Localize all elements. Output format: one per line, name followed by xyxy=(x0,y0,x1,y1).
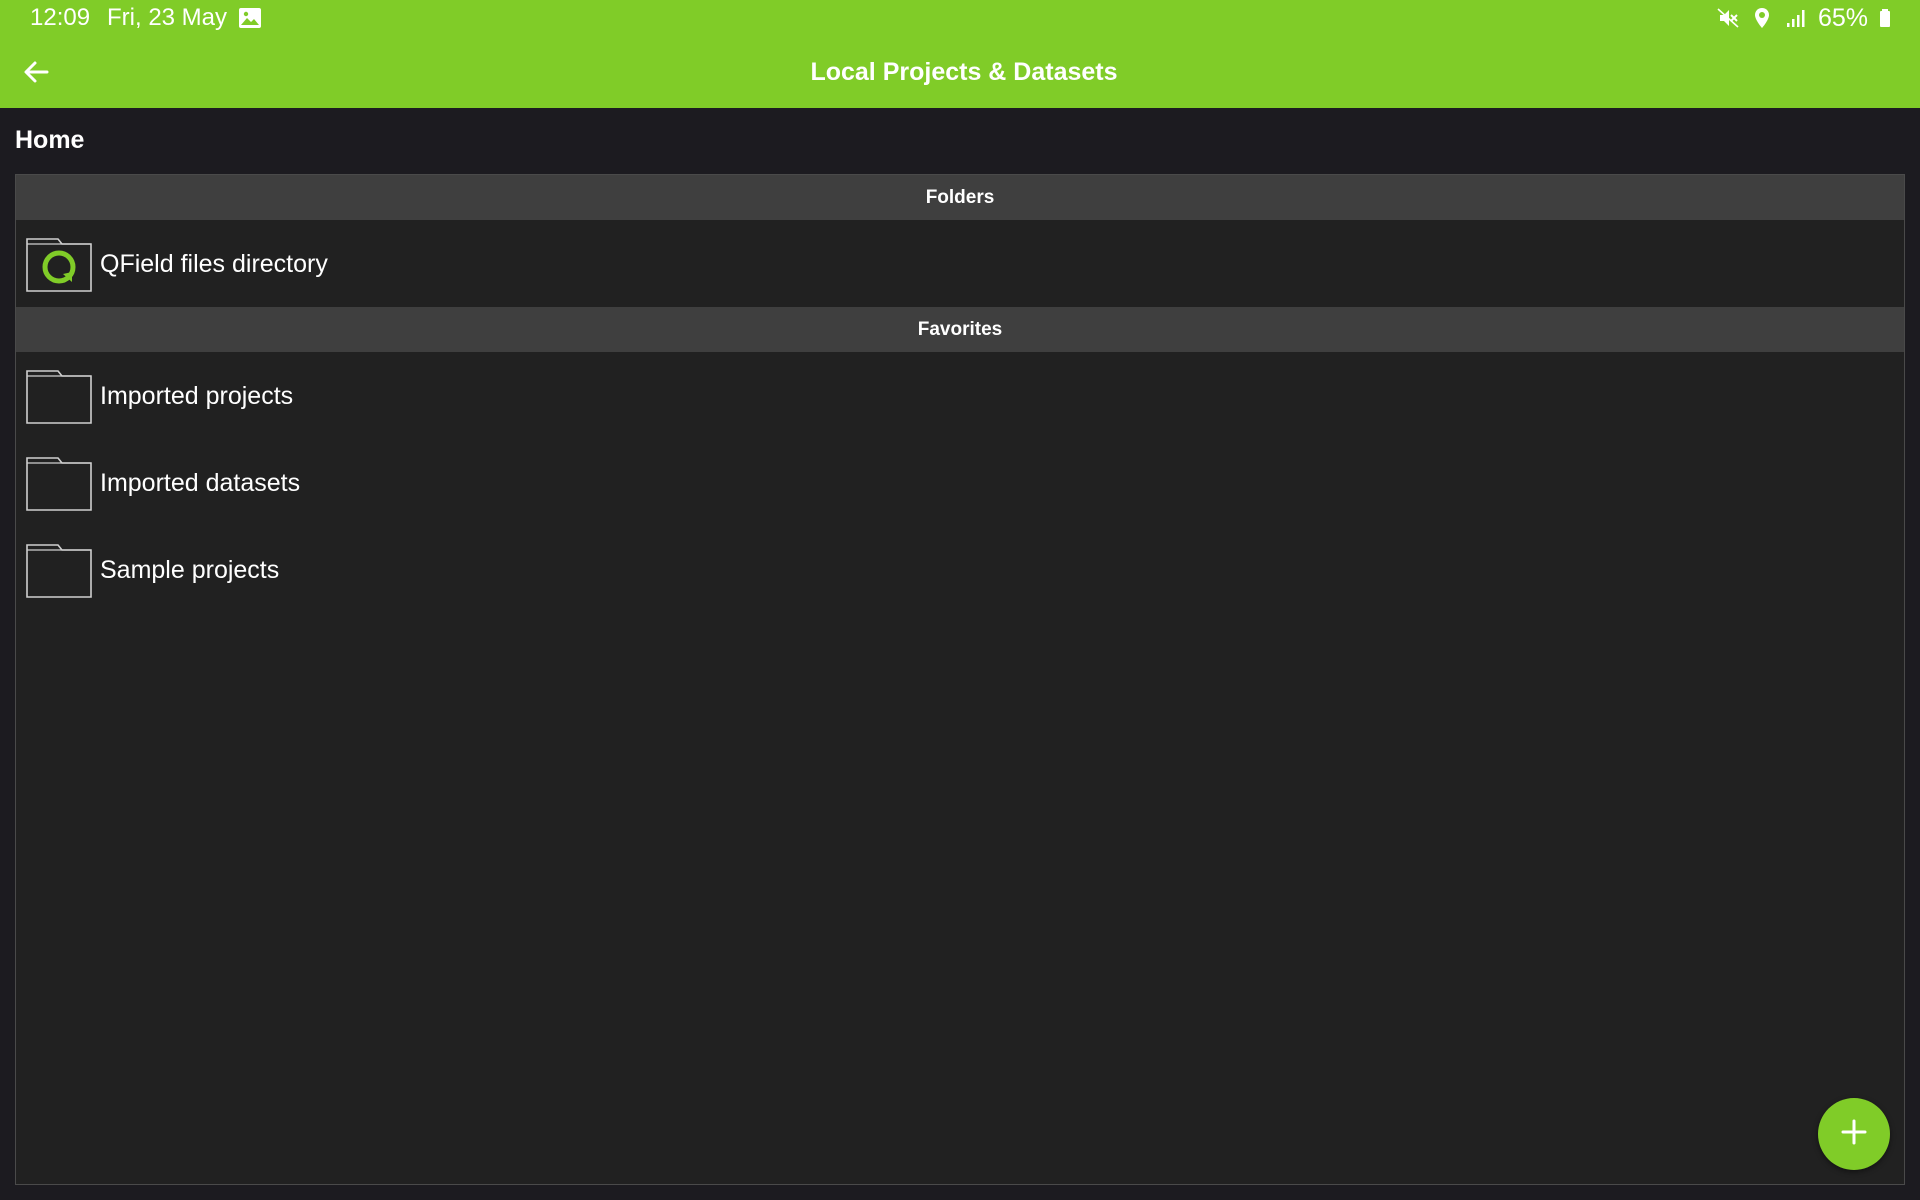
list-item-label: Sample projects xyxy=(100,555,280,584)
list-item-label: Imported datasets xyxy=(100,468,301,497)
list-item-label: QField files directory xyxy=(100,249,328,278)
battery-percent: 65% xyxy=(1817,4,1868,32)
top-bar: 12:09 Fri, 23 May 65% Local Projects & D… xyxy=(0,0,1920,108)
image-icon xyxy=(238,7,262,29)
file-browser-list[interactable]: Folders QField files directory Favorites… xyxy=(15,174,1905,1185)
battery-icon xyxy=(1878,6,1892,30)
list-item-label: Imported projects xyxy=(100,381,294,410)
folder-icon xyxy=(26,368,92,424)
page-title: Local Projects & Datasets xyxy=(810,58,1118,86)
folder-icon xyxy=(26,542,92,598)
folder-icon xyxy=(26,455,92,511)
section-header-folders: Folders xyxy=(16,175,1904,220)
section-header-favorites: Favorites xyxy=(16,307,1904,352)
mute-icon xyxy=(1716,6,1740,30)
qfield-folder-icon xyxy=(26,236,92,292)
status-time: 12:09 xyxy=(30,4,91,31)
breadcrumb[interactable]: Home xyxy=(15,123,84,157)
list-item-imported-projects[interactable]: Imported projects xyxy=(16,352,1904,439)
status-date: Fri, 23 May xyxy=(107,4,228,31)
list-item-qfield-files-directory[interactable]: QField files directory xyxy=(16,220,1904,307)
list-item-sample-projects[interactable]: Sample projects xyxy=(16,526,1904,613)
add-button[interactable] xyxy=(1818,1098,1890,1170)
status-icons: 65% xyxy=(1716,2,1892,34)
signal-icon xyxy=(1784,6,1808,30)
list-item-imported-datasets[interactable]: Imported datasets xyxy=(16,439,1904,526)
location-icon xyxy=(1750,6,1774,30)
plus-icon xyxy=(1839,1117,1869,1152)
